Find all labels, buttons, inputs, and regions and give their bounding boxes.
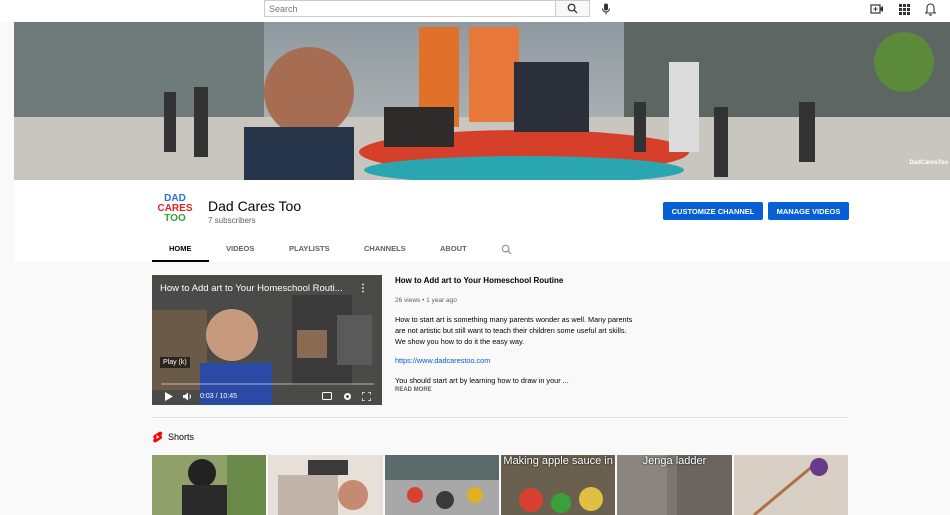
manage-videos-button[interactable]: MANAGE VIDEOS [768,202,849,220]
featured-video-player[interactable]: How to Add art to Your Homeschool Routi.… [152,275,382,405]
progress-fill [160,383,162,385]
fullscreen-button[interactable] [361,391,371,401]
short-thumbnail[interactable] [152,455,267,515]
volume-button[interactable] [182,391,192,401]
create-video-icon [870,4,883,14]
video-title[interactable]: How to Add art to Your Homeschool Routin… [395,276,635,285]
search-icon [567,3,578,14]
create-video-button[interactable] [870,2,884,16]
shorts-icon [153,431,163,443]
read-more-button[interactable]: READ MORE [395,387,635,393]
search-input[interactable] [264,0,556,17]
subscriber-count: 7 subscribers [208,216,256,225]
gear-icon [343,392,351,400]
tab-playlists[interactable]: PLAYLISTS [289,244,330,253]
apps-icon [898,3,910,15]
banner-watermark: DadCaresToo [909,160,948,166]
channel-name: Dad Cares Too [208,198,302,214]
short-thumbnail[interactable] [384,455,499,515]
short-title: Making apple sauce in [503,455,613,467]
banner-image [14,22,950,180]
fullscreen-icon [361,391,371,401]
video-description: How to start art is something many paren… [395,315,633,346]
shorts-header: Shorts [152,431,194,443]
tab-videos[interactable]: VIDEOS [226,244,254,253]
settings-button[interactable] [342,391,352,401]
bell-icon [924,2,936,16]
tab-channels[interactable]: CHANNELS [364,244,406,253]
channel-search-button[interactable] [501,242,512,260]
short-thumbnail[interactable] [733,455,848,515]
video-time: 0:03 / 10:45 [200,393,237,400]
search-icon [501,244,512,255]
tab-home[interactable]: HOME [169,244,192,253]
shorts-row: Making apple sauce in Jenga ladder [152,455,848,515]
progress-bar[interactable] [160,383,374,385]
captions-icon [322,392,332,400]
short-title: Jenga ladder [642,455,707,467]
short-thumbnail[interactable]: Making apple sauce in [500,455,616,515]
featured-video-info: How to Add art to Your Homeschool Routin… [395,276,635,393]
notifications-button[interactable] [923,2,937,16]
volume-icon [182,392,191,400]
more-options-icon[interactable]: ⋮ [358,283,368,294]
active-tab-indicator [152,260,209,262]
search-button[interactable] [556,0,590,17]
play-icon [165,391,173,401]
top-bar [0,0,950,22]
logo-line-too: TOO [164,213,186,224]
channel-header: DAD CARES TOO Dad Cares Too 7 subscriber… [14,180,950,262]
video-meta: 26 views • 1 year ago [395,297,457,304]
tab-about[interactable]: ABOUT [440,244,467,253]
section-divider [152,417,848,418]
apps-button[interactable] [897,2,911,16]
short-thumbnail[interactable]: Jenga ladder [617,455,732,515]
captions-button[interactable] [322,391,332,401]
channel-avatar[interactable]: DAD CARES TOO [153,194,197,230]
mic-icon [602,3,610,15]
customize-channel-button[interactable]: CUSTOMIZE CHANNEL [663,202,763,220]
play-button[interactable] [164,391,174,401]
mic-button[interactable] [598,1,614,17]
player-title: How to Add art to Your Homeschool Routi.… [160,283,343,294]
short-thumbnail[interactable] [268,455,383,515]
description-more: You should start art by learning how to … [395,376,569,385]
video-frame [152,275,382,405]
description-link[interactable]: https://www.dadcarestoo.com [395,356,635,365]
shorts-label: Shorts [168,432,195,442]
play-tooltip: Play (k) [160,357,190,368]
channel-banner: DadCaresToo [14,22,950,180]
